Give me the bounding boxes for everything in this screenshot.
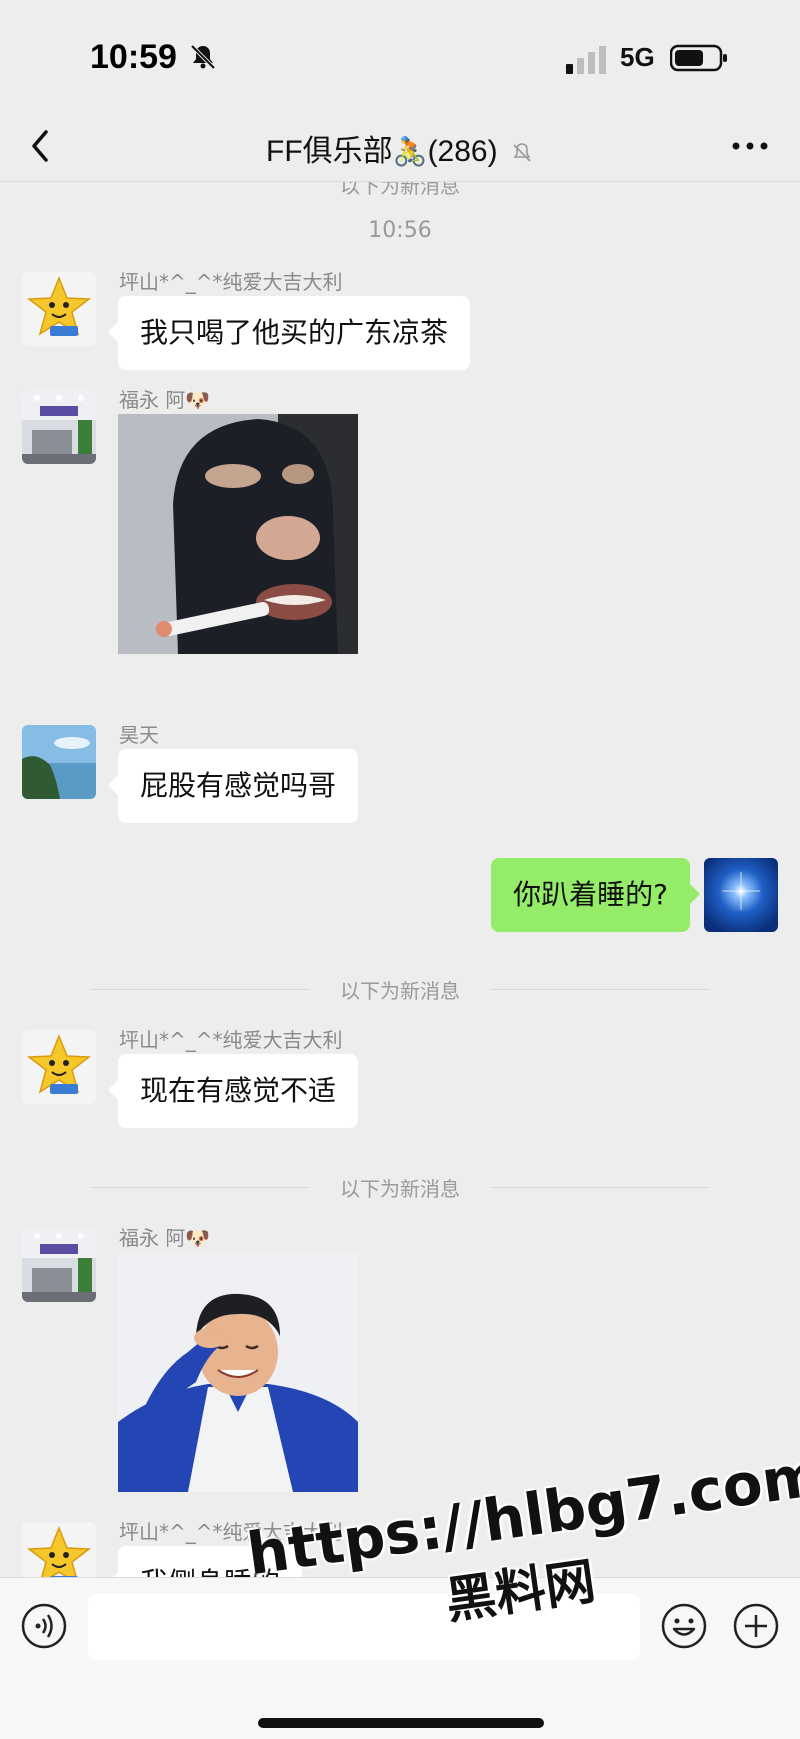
time-label: 10:56 bbox=[368, 218, 432, 243]
avatar-office[interactable] bbox=[22, 390, 96, 464]
battery-icon bbox=[670, 44, 727, 72]
divider-text: 以下为新消息 bbox=[340, 979, 460, 1003]
group-title: FF俱乐部🚴(286) bbox=[0, 126, 800, 170]
message-bubble[interactable]: 我侧身睡的 bbox=[107, 1546, 303, 1577]
sender-name: 昊天 bbox=[119, 723, 159, 747]
my-message-bubble[interactable]: 你趴着睡的? bbox=[491, 858, 700, 932]
signal-icon bbox=[566, 46, 606, 74]
member-count: (286) bbox=[427, 135, 498, 168]
message-bubble[interactable]: 现在有感觉不适 bbox=[107, 1054, 359, 1128]
message-input[interactable] bbox=[88, 1594, 640, 1660]
plus-icon[interactable] bbox=[732, 1602, 780, 1650]
divider-text: 以下为新消息 bbox=[340, 1177, 460, 1201]
sender-name: 坪山*^_^*纯爱大吉大利 bbox=[119, 1520, 343, 1544]
emoji-icon[interactable] bbox=[660, 1602, 708, 1650]
input-bar bbox=[0, 1577, 800, 1739]
avatar-star[interactable] bbox=[22, 272, 96, 346]
sticker-laughing-man[interactable] bbox=[118, 1252, 358, 1492]
avatar-office[interactable] bbox=[22, 1228, 96, 1302]
message-bubble[interactable]: 屁股有感觉吗哥 bbox=[107, 749, 359, 823]
avatar-star[interactable] bbox=[22, 1030, 96, 1104]
sender-name: 坪山*^_^*纯爱大吉大利 bbox=[119, 270, 343, 294]
sticker-masked-man[interactable] bbox=[118, 414, 358, 654]
new-messages-divider-cut: 以下为新消息 bbox=[340, 182, 460, 198]
chat-header: FF俱乐部🚴(286) bbox=[0, 110, 800, 182]
my-avatar[interactable] bbox=[704, 858, 778, 932]
bell-muted-icon bbox=[190, 44, 216, 70]
group-name: FF俱乐部 bbox=[266, 135, 393, 168]
sender-name: 福永 阿🐶 bbox=[119, 1226, 211, 1250]
network-label: 5G bbox=[620, 42, 655, 72]
avatar-star[interactable] bbox=[22, 1522, 96, 1577]
status-time: 10:59 bbox=[90, 38, 177, 76]
more-options-icon[interactable] bbox=[728, 128, 772, 164]
chat-area[interactable]: 以下为新消息 10:56 坪山*^_^*纯爱大吉大利 我只喝了他买的广东凉茶 福… bbox=[0, 182, 800, 1577]
voice-input-icon[interactable] bbox=[20, 1602, 68, 1650]
avatar-landscape[interactable] bbox=[22, 725, 96, 799]
message-bubble[interactable]: 我只喝了他买的广东凉茶 bbox=[107, 296, 471, 370]
status-bar: 10:59 5G bbox=[0, 0, 800, 110]
home-indicator bbox=[258, 1718, 544, 1728]
sender-name: 福永 阿🐶 bbox=[119, 388, 211, 412]
mute-bell-icon bbox=[513, 143, 531, 162]
bike-emoji: 🚴 bbox=[392, 136, 428, 167]
new-messages-divider: 以下为新消息 bbox=[90, 975, 710, 1005]
new-messages-divider: 以下为新消息 bbox=[90, 1173, 710, 1203]
sender-name: 坪山*^_^*纯爱大吉大利 bbox=[119, 1028, 343, 1052]
